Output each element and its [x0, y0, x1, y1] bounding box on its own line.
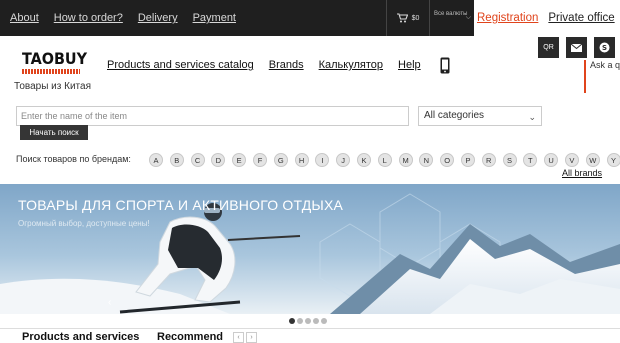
- logo-text: TAOBUY: [22, 49, 88, 68]
- brand-letter-o[interactable]: O: [440, 153, 455, 167]
- search-button[interactable]: Начать поиск: [20, 125, 88, 140]
- skype-button[interactable]: S: [594, 37, 615, 58]
- slider-dot[interactable]: [297, 318, 303, 324]
- chevron-right-icon[interactable]: ›: [246, 332, 257, 343]
- private-office-link[interactable]: Private office: [548, 12, 614, 24]
- nav-help[interactable]: Help: [398, 59, 421, 71]
- slider-dot[interactable]: [321, 318, 327, 324]
- slider-dot[interactable]: [289, 318, 295, 324]
- nav-calculator[interactable]: Калькулятор: [319, 59, 383, 71]
- account-links: Registration Private office: [477, 0, 620, 36]
- chevron-down-icon: ⌄: [528, 112, 536, 122]
- registration-link[interactable]: Registration: [477, 12, 538, 24]
- top-nav: About How to order? Delivery Payment: [0, 0, 386, 36]
- brand-letter-n[interactable]: N: [419, 153, 434, 167]
- chevron-left-icon[interactable]: ‹: [108, 297, 111, 308]
- brand-letter-a[interactable]: A: [149, 153, 163, 167]
- brand-letter-m[interactable]: M: [398, 153, 413, 167]
- qr-icon: QR: [543, 44, 554, 51]
- search-input[interactable]: Enter the name of the item: [16, 106, 409, 126]
- brand-letter-y[interactable]: Y: [606, 153, 620, 167]
- banner-title: ТОВАРЫ ДЛЯ СПОРТА И АКТИВНОГО ОТДЫХА: [18, 197, 344, 213]
- main-nav: Products and services catalog Brands Кал…: [107, 59, 436, 71]
- logo[interactable]: TAOBUY: [22, 49, 88, 80]
- currency-select[interactable]: Все валюты ⌵: [429, 0, 475, 36]
- brand-letter-s[interactable]: S: [502, 153, 517, 167]
- chevron-left-icon[interactable]: ‹: [233, 332, 244, 343]
- top-nav-how-to-order[interactable]: How to order?: [54, 12, 123, 24]
- svg-text:S: S: [602, 44, 607, 52]
- brand-letter-l[interactable]: L: [377, 153, 392, 167]
- top-bar: About How to order? Delivery Payment $0 …: [0, 0, 620, 36]
- currency-label: Все валюты: [434, 11, 468, 17]
- brand-letter-d[interactable]: D: [211, 153, 226, 167]
- brand-letter-p[interactable]: P: [460, 153, 475, 167]
- slider-dots: [289, 318, 329, 324]
- brand-letter-c[interactable]: C: [190, 153, 205, 167]
- ask-question-tab[interactable]: Ask a question: [584, 60, 620, 93]
- brand-letter-j[interactable]: J: [336, 153, 351, 167]
- top-nav-about[interactable]: About: [10, 12, 39, 24]
- recommend-arrows: ‹ ›: [233, 332, 259, 343]
- all-brands-link[interactable]: All brands: [562, 168, 602, 178]
- brand-letter-r[interactable]: R: [481, 153, 496, 167]
- nav-brands[interactable]: Brands: [269, 59, 304, 71]
- nav-catalog[interactable]: Products and services catalog: [107, 59, 254, 71]
- brand-letter-f[interactable]: F: [252, 153, 267, 167]
- skype-icon: S: [599, 42, 610, 53]
- mail-icon: [571, 43, 582, 52]
- chevron-down-icon: ⌵: [465, 14, 471, 21]
- brand-letter-u[interactable]: U: [544, 153, 559, 167]
- brand-letter-i[interactable]: I: [315, 153, 330, 167]
- category-select[interactable]: All categories ⌄: [418, 106, 542, 126]
- cart-button[interactable]: $0: [387, 0, 429, 36]
- brand-letter-h[interactable]: H: [294, 153, 309, 167]
- mobile-phone-icon[interactable]: [440, 57, 450, 79]
- brand-letter-g[interactable]: G: [273, 153, 288, 167]
- brand-letter-w[interactable]: W: [585, 153, 600, 167]
- cart-widget: $0 Все валюты ⌵: [386, 0, 474, 36]
- tab-products-and-services[interactable]: Products and services: [22, 331, 139, 343]
- cart-icon: [396, 13, 408, 23]
- divider: [0, 328, 620, 329]
- brand-letter-b[interactable]: B: [169, 153, 184, 167]
- tagline: Товары из Китая: [14, 81, 91, 92]
- top-nav-payment[interactable]: Payment: [193, 12, 236, 24]
- banner-subtitle: Огромный выбор, доступные цены!: [18, 219, 150, 228]
- slider-dot[interactable]: [305, 318, 311, 324]
- slider-dot[interactable]: [313, 318, 319, 324]
- brand-letter-v[interactable]: V: [564, 153, 579, 167]
- brand-letter-e[interactable]: E: [232, 153, 247, 167]
- top-nav-delivery[interactable]: Delivery: [138, 12, 178, 24]
- brand-search-label: Поиск товаров по брендам:: [16, 154, 131, 164]
- brand-letter-t[interactable]: T: [523, 153, 538, 167]
- cart-amount: $0: [411, 14, 420, 22]
- brand-letter-list: ABCDEFGHIJKLMNOPRSTUVWYZ: [149, 153, 620, 167]
- brand-letter-k[interactable]: K: [356, 153, 371, 167]
- logo-stripe: [22, 69, 80, 74]
- category-select-value: All categories: [424, 110, 485, 121]
- qr-button[interactable]: QR: [538, 37, 559, 58]
- promo-banner[interactable]: ТОВАРЫ ДЛЯ СПОРТА И АКТИВНОГО ОТДЫХА Огр…: [0, 184, 620, 314]
- tab-recommend[interactable]: Recommend: [157, 331, 223, 343]
- mail-button[interactable]: [566, 37, 587, 58]
